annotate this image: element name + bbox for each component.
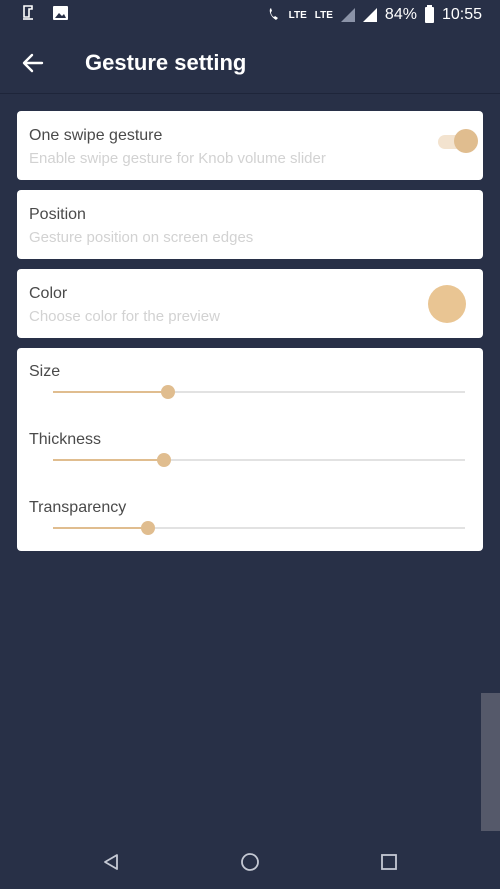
navigation-bar xyxy=(0,832,500,889)
battery-percent: 84% xyxy=(384,6,417,23)
slider-fill xyxy=(53,459,165,461)
triangle-back-icon xyxy=(104,854,118,870)
sliders-card: Size Thickness Transparency xyxy=(17,348,483,551)
slider-fill xyxy=(53,391,169,393)
nav-home-button[interactable] xyxy=(238,850,262,874)
size-slider[interactable] xyxy=(53,384,465,400)
usb-icon xyxy=(23,5,33,20)
position-subtitle: Gesture position on screen edges xyxy=(29,229,254,246)
arrow-left-icon xyxy=(22,53,44,73)
lte-label-2: LTE xyxy=(314,9,333,21)
battery-icon xyxy=(424,5,434,23)
scrollbar[interactable] xyxy=(481,693,500,831)
status-notifications xyxy=(20,4,69,22)
circle-home-icon xyxy=(241,853,259,871)
phone-lte-icon xyxy=(269,8,278,20)
toggle-thumb xyxy=(454,129,478,153)
transparency-label: Transparency xyxy=(29,499,127,516)
square-recents-icon xyxy=(381,854,397,870)
slider-thumb[interactable] xyxy=(157,453,172,467)
color-title: Color xyxy=(29,285,68,302)
slider-fill xyxy=(53,527,148,529)
swipe-gesture-card[interactable]: One swipe gesture Enable swipe gesture f… xyxy=(17,111,483,180)
toolbar: Gesture setting xyxy=(0,30,500,94)
swipe-gesture-title: One swipe gesture xyxy=(29,127,163,144)
back-button[interactable] xyxy=(18,48,48,78)
page-title: Gesture setting xyxy=(85,50,247,75)
image-icon xyxy=(53,6,68,20)
signal-icon-1 xyxy=(340,8,355,22)
nav-recents-button[interactable] xyxy=(377,850,401,874)
swipe-gesture-subtitle: Enable swipe gesture for Knob volume sli… xyxy=(29,150,326,167)
nav-back-button[interactable] xyxy=(99,850,123,874)
color-subtitle: Choose color for the preview xyxy=(29,308,220,325)
lte-label-1: LTE xyxy=(288,9,307,21)
color-swatch[interactable] xyxy=(428,285,466,323)
position-title: Position xyxy=(29,206,86,223)
slider-thumb[interactable] xyxy=(161,385,176,399)
slider-thumb[interactable] xyxy=(140,521,155,535)
position-card[interactable]: Position Gesture position on screen edge… xyxy=(17,190,483,259)
status-indicators: LTE LTE 84% 10:55 xyxy=(267,0,482,30)
size-label: Size xyxy=(29,363,61,380)
clock: 10:55 xyxy=(441,6,482,23)
transparency-slider[interactable] xyxy=(53,520,465,536)
signal-icon-2 xyxy=(362,8,377,22)
thickness-label: Thickness xyxy=(29,431,102,448)
status-bar: LTE LTE 84% 10:55 xyxy=(0,0,500,30)
swipe-gesture-toggle[interactable] xyxy=(438,129,478,153)
thickness-slider[interactable] xyxy=(53,452,465,468)
color-card[interactable]: Color Choose color for the preview xyxy=(17,269,483,338)
